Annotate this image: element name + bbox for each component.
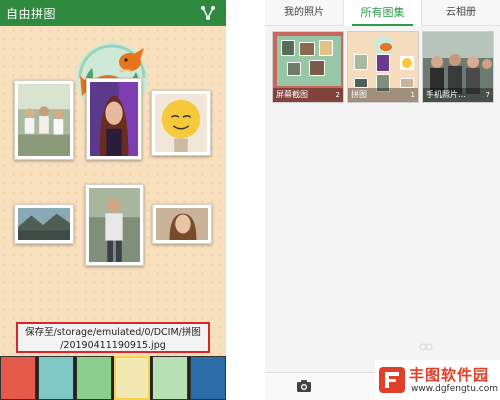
album-phone-photos[interactable]: 手机照片… 7 xyxy=(422,31,494,103)
collage-photo-woman-smiling[interactable] xyxy=(152,204,212,244)
album-name-collage: 拼图 xyxy=(348,88,418,102)
template-thumbnail[interactable] xyxy=(0,356,36,400)
group-photo-image xyxy=(18,84,70,156)
watermark-name: 丰图软件园 xyxy=(409,366,490,384)
album-screenshots[interactable]: 屏幕截图 2 xyxy=(272,31,344,103)
smiling-woman-image xyxy=(156,208,208,240)
template-thumbnail[interactable] xyxy=(152,356,188,400)
template-thumbnail[interactable] xyxy=(76,356,112,400)
collage-photo-man-standing[interactable] xyxy=(85,184,144,266)
woman-portrait-image xyxy=(90,82,138,156)
site-watermark: 丰图软件园 www.dgfengtu.com xyxy=(375,360,500,400)
share-icon[interactable] xyxy=(200,5,216,21)
collage-photo-emoji-face[interactable] xyxy=(151,90,211,156)
save-path-toast: 保存至/storage/emulated/0/DCIM/拼图 /20190411… xyxy=(16,322,210,353)
album-count-phone-photos: 7 xyxy=(485,91,490,99)
screenshot: 自由拼图 保存至/storage/emulated/0/DCIM/拼图 /201… xyxy=(0,0,500,400)
camera-icon[interactable] xyxy=(296,379,312,393)
save-path-line-2: /20190411190915.jpg xyxy=(60,340,166,351)
album-count-screenshots: 2 xyxy=(335,91,340,99)
loading-dots-icon xyxy=(419,343,433,351)
template-thumbnail[interactable] xyxy=(190,356,226,400)
template-thumbnail[interactable] xyxy=(38,356,74,400)
editor-header: 自由拼图 xyxy=(0,0,226,26)
collage-photo-group-picnic[interactable] xyxy=(14,80,74,160)
album-name-phone-photos: 手机照片… xyxy=(423,88,493,102)
album-grid: 屏幕截图 2 拼图 1 手机照片… 7 xyxy=(272,31,496,103)
template-thumbnail-strip xyxy=(0,356,226,400)
collage-photo-landscape[interactable] xyxy=(14,204,74,244)
album-count-collage: 1 xyxy=(410,91,415,99)
man-portrait-image xyxy=(89,188,140,262)
album-collage[interactable]: 拼图 1 xyxy=(347,31,419,103)
save-path-line-1: 保存至/storage/emulated/0/DCIM/拼图 xyxy=(25,327,201,338)
collage-canvas[interactable] xyxy=(0,26,226,356)
fengtu-logo-icon xyxy=(379,367,405,393)
album-name-screenshots: 屏幕截图 xyxy=(273,88,343,102)
gallery-screen: 我的照片 所有图集 云相册 屏幕截图 2 拼图 1 手机照片… 7 xyxy=(265,0,500,400)
watermark-url: www.dgfengtu.com xyxy=(411,384,498,394)
collage-photo-woman-portrait[interactable] xyxy=(86,78,142,160)
editor-title: 自由拼图 xyxy=(6,7,57,21)
landscape-image xyxy=(18,208,70,240)
tab-all-albums[interactable]: 所有图集 xyxy=(343,0,422,26)
template-thumbnail-selected[interactable] xyxy=(114,356,150,400)
collage-editor-screen: 自由拼图 保存至/storage/emulated/0/DCIM/拼图 /201… xyxy=(0,0,226,400)
tab-my-photos[interactable]: 我的照片 xyxy=(265,0,343,26)
tab-cloud-album[interactable]: 云相册 xyxy=(422,0,500,26)
panel-divider xyxy=(226,0,265,400)
smiley-face-image xyxy=(155,94,207,152)
gallery-tab-bar: 我的照片 所有图集 云相册 xyxy=(265,0,500,26)
